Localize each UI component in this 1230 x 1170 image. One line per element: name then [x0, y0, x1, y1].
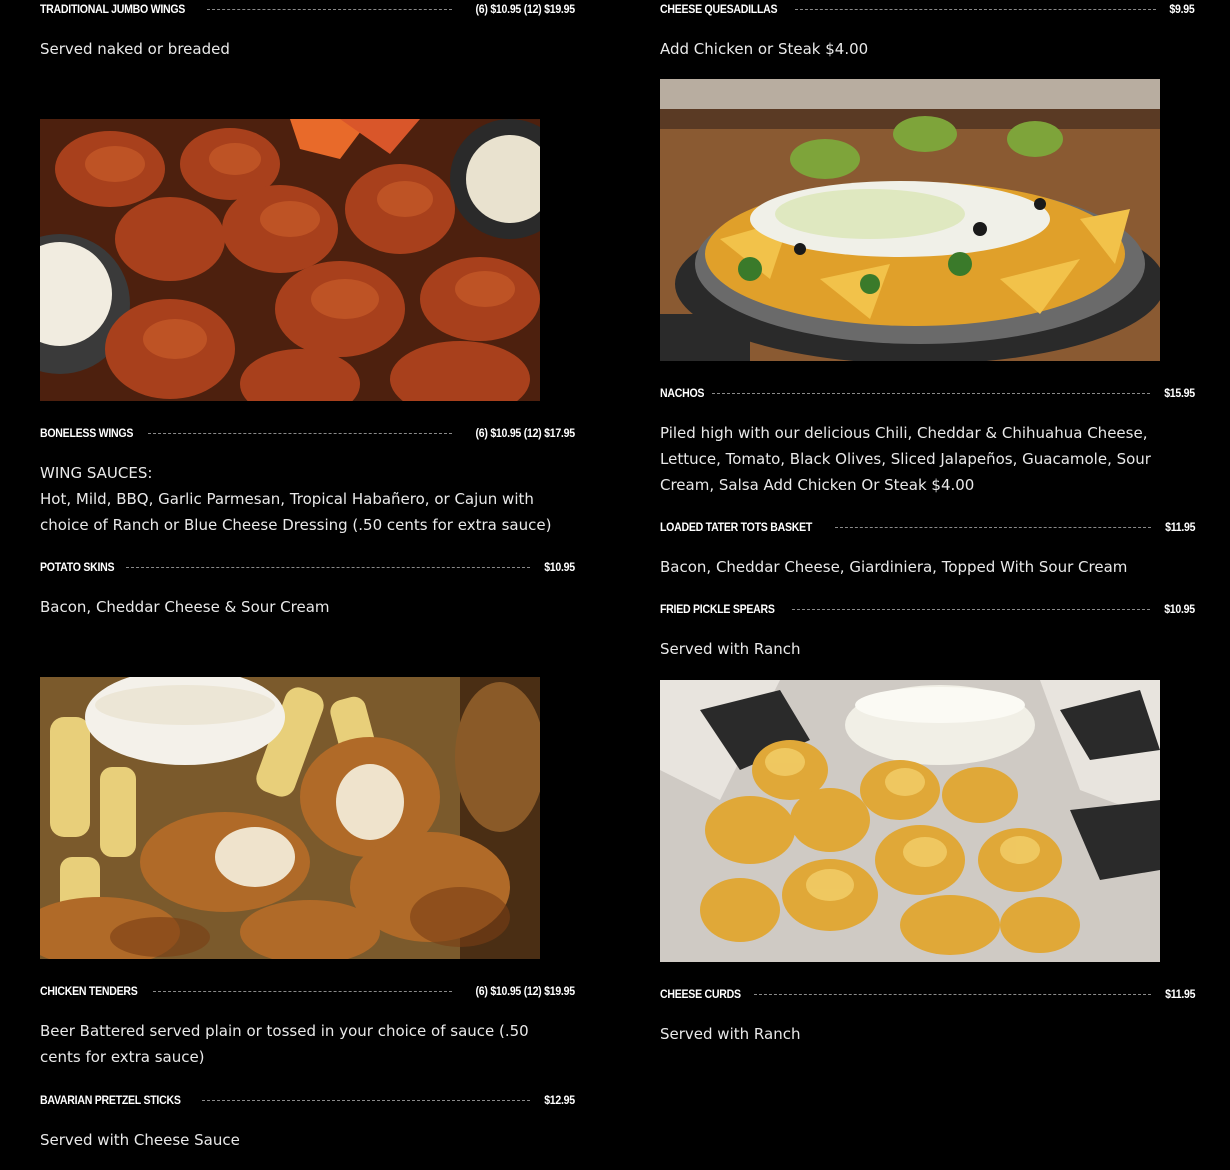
- chicken-tenders-photo: [40, 677, 540, 959]
- menu-item-header: NACHOS $15.95: [660, 384, 1195, 402]
- description-line: cents for extra sauce): [40, 1048, 205, 1066]
- item-name: LOADED TATER TOTS BASKET: [660, 520, 813, 534]
- menu-item-header: LOADED TATER TOTS BASKET $11.95: [660, 518, 1195, 536]
- item-price: (6) $10.95 (12) $19.95: [475, 984, 576, 998]
- dotted-leader: [206, 8, 453, 10]
- item-name: FRIED PICKLE SPEARS: [660, 602, 775, 616]
- nachos-photo: [660, 79, 1160, 361]
- item-price: $11.95: [1164, 987, 1195, 1001]
- item-description: Served with Cheese Sauce: [40, 1131, 240, 1149]
- dotted-leader: [834, 526, 1151, 528]
- boneless-wings-photo: [40, 119, 540, 401]
- description-line: Cream, Salsa Add Chicken Or Steak $4.00: [660, 476, 975, 494]
- item-name: CHEESE CURDS: [660, 987, 741, 1001]
- item-price: $12.95: [544, 1093, 575, 1107]
- item-price: $11.95: [1164, 520, 1195, 534]
- item-price: $9.95: [1169, 2, 1195, 16]
- item-name: POTATO SKINS: [40, 560, 115, 574]
- item-price: (6) $10.95 (12) $19.95: [475, 2, 576, 16]
- description-line: Beer Battered served plain or tossed in …: [40, 1022, 529, 1040]
- menu-item-header: CHEESE QUESADILLAS $9.95: [660, 0, 1195, 18]
- dotted-leader: [712, 392, 1151, 394]
- item-description: WING SAUCES: Hot, Mild, BBQ, Garlic Parm…: [40, 460, 575, 538]
- item-name: TRADITIONAL JUMBO WINGS: [40, 2, 186, 16]
- item-description: Served naked or breaded: [40, 40, 230, 58]
- menu-item-header: BAVARIAN PRETZEL STICKS $12.95: [40, 1091, 575, 1109]
- menu-item-chicken-tenders: CHICKEN TENDERS (6) $10.95 (12) $19.95 B…: [40, 982, 575, 1070]
- description-line: Lettuce, Tomato, Black Olives, Sliced Ja…: [660, 450, 1151, 468]
- item-description: Bacon, Cheddar Cheese & Sour Cream: [40, 598, 330, 616]
- item-description: Served with Ranch: [660, 640, 801, 658]
- menu-item-bavarian-pretzel-sticks: BAVARIAN PRETZEL STICKS $12.95 Served wi…: [40, 1091, 575, 1153]
- item-name: CHICKEN TENDERS: [40, 984, 138, 998]
- dotted-leader: [152, 990, 453, 992]
- description-line: choice of Ranch or Blue Cheese Dressing …: [40, 516, 552, 534]
- menu-item-header: FRIED PICKLE SPEARS $10.95: [660, 600, 1195, 618]
- dotted-leader: [201, 1099, 531, 1101]
- menu-item-header: BONELESS WINGS (6) $10.95 (12) $17.95: [40, 424, 575, 442]
- dotted-leader: [795, 8, 1157, 10]
- item-name: NACHOS: [660, 386, 705, 400]
- description-line: Hot, Mild, BBQ, Garlic Parmesan, Tropica…: [40, 490, 534, 508]
- item-price: $10.95: [1164, 602, 1195, 616]
- item-description: Piled high with our delicious Chili, Che…: [660, 420, 1195, 498]
- menu-item-header: POTATO SKINS $10.95: [40, 558, 575, 576]
- menu-item-header: CHICKEN TENDERS (6) $10.95 (12) $19.95: [40, 982, 575, 1000]
- menu-item-potato-skins: POTATO SKINS $10.95 Bacon, Cheddar Chees…: [40, 558, 575, 620]
- menu-page: TRADITIONAL JUMBO WINGS (6) $10.95 (12) …: [0, 0, 1230, 1170]
- menu-item-fried-pickle-spears: FRIED PICKLE SPEARS $10.95 Served with R…: [660, 600, 1195, 662]
- item-price: $10.95: [544, 560, 575, 574]
- dotted-leader: [147, 432, 453, 434]
- menu-item-header: CHEESE CURDS $11.95: [660, 985, 1195, 1003]
- menu-item-loaded-tater-tots-basket: LOADED TATER TOTS BASKET $11.95 Bacon, C…: [660, 518, 1195, 580]
- menu-item-boneless-wings: BONELESS WINGS (6) $10.95 (12) $17.95 WI…: [40, 424, 575, 538]
- menu-item-cheese-curds: CHEESE CURDS $11.95 Served with Ranch: [660, 985, 1195, 1047]
- item-price: (6) $10.95 (12) $17.95: [475, 426, 576, 440]
- dotted-leader: [792, 608, 1151, 610]
- description-line: WING SAUCES:: [40, 464, 153, 482]
- menu-item-cheese-quesadillas: CHEESE QUESADILLAS $9.95 Add Chicken or …: [660, 0, 1195, 62]
- menu-item-traditional-jumbo-wings: TRADITIONAL JUMBO WINGS (6) $10.95 (12) …: [40, 0, 575, 62]
- dotted-leader: [126, 566, 531, 568]
- menu-item-header: TRADITIONAL JUMBO WINGS (6) $10.95 (12) …: [40, 0, 575, 18]
- item-name: BAVARIAN PRETZEL STICKS: [40, 1093, 181, 1107]
- cheese-curds-photo: [660, 680, 1160, 962]
- item-description: Bacon, Cheddar Cheese, Giardiniera, Topp…: [660, 558, 1128, 576]
- item-description: Beer Battered served plain or tossed in …: [40, 1018, 575, 1070]
- item-description: Add Chicken or Steak $4.00: [660, 40, 869, 58]
- description-line: Piled high with our delicious Chili, Che…: [660, 424, 1148, 442]
- item-description: Served with Ranch: [660, 1025, 801, 1043]
- item-name: BONELESS WINGS: [40, 426, 134, 440]
- item-price: $15.95: [1164, 386, 1195, 400]
- menu-item-nachos: NACHOS $15.95 Piled high with our delici…: [660, 384, 1195, 498]
- dotted-leader: [753, 993, 1151, 995]
- item-name: CHEESE QUESADILLAS: [660, 2, 778, 16]
